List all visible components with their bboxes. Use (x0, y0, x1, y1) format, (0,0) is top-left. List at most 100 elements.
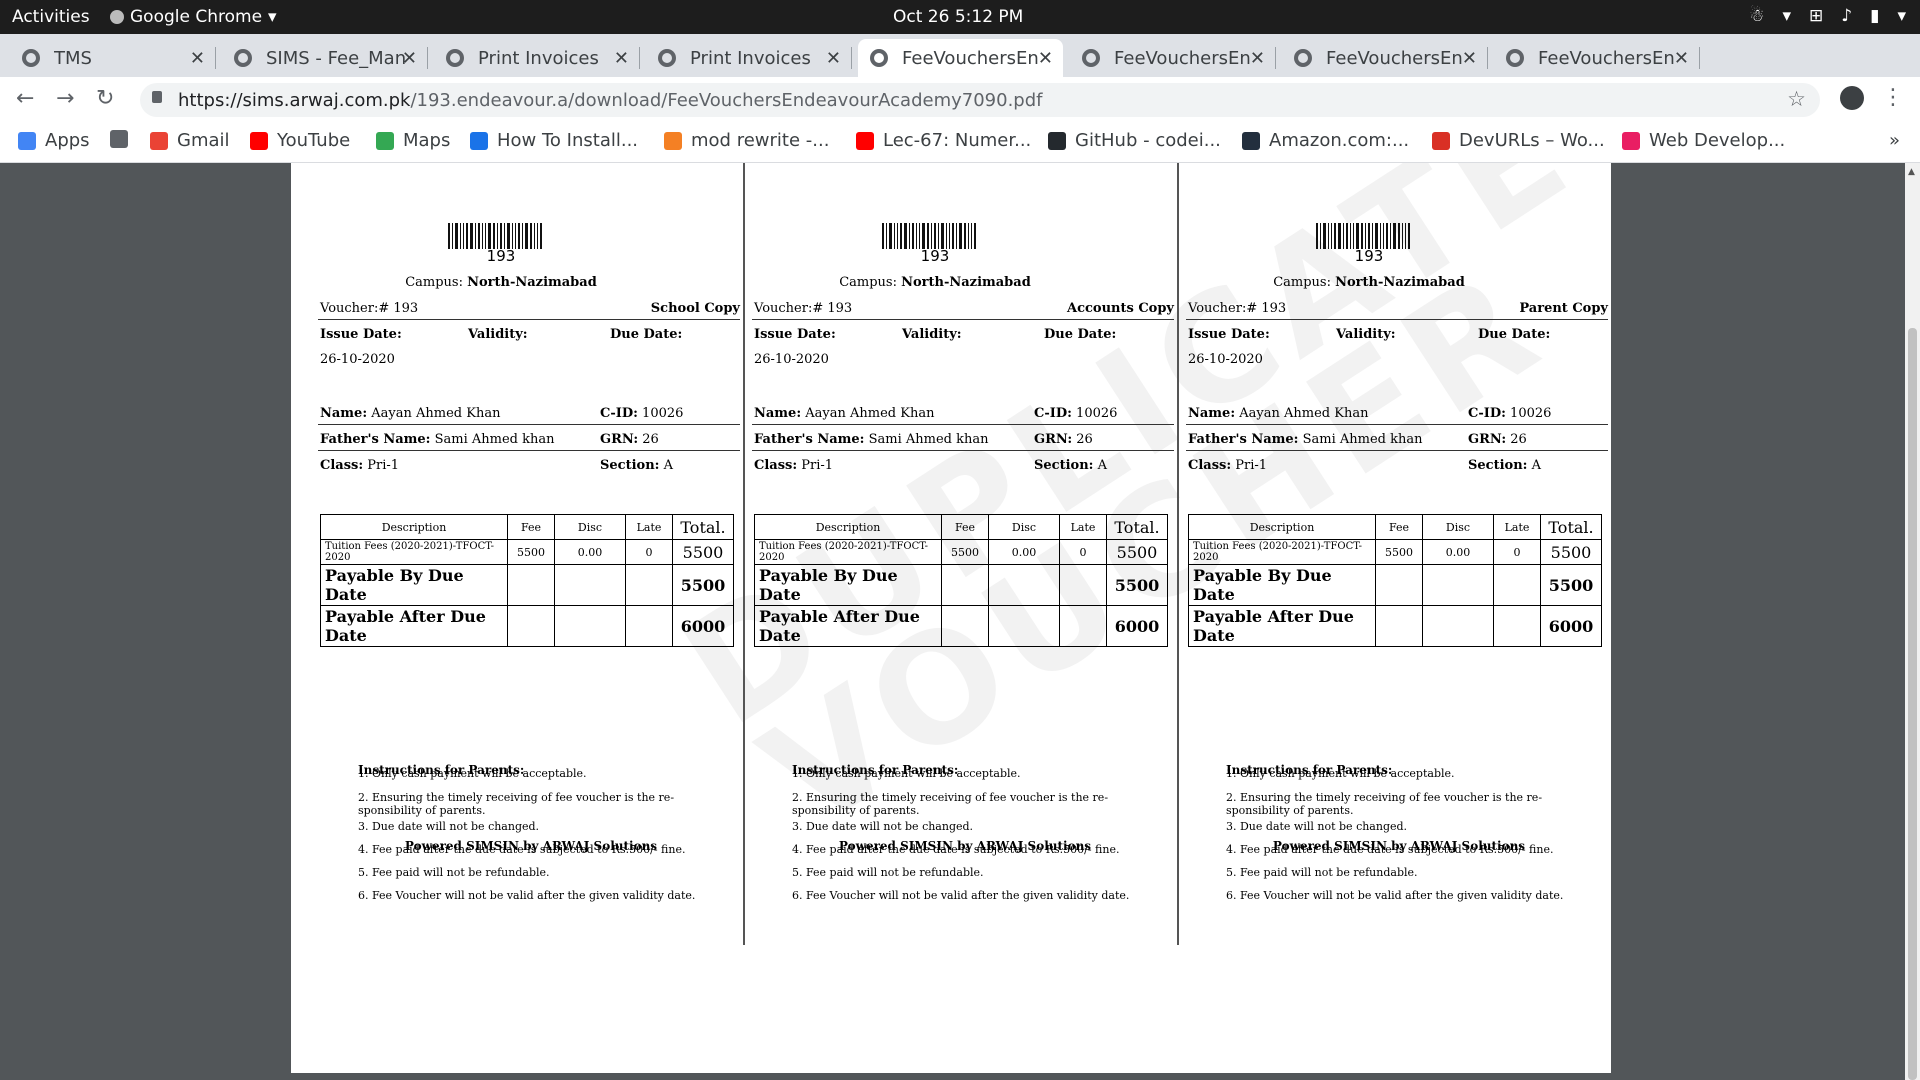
bookmark-11[interactable]: DevURLs – Wo... (1432, 130, 1605, 151)
scrollbar-thumb[interactable] (1908, 328, 1917, 1080)
issue-date-label: Issue Date: (1188, 327, 1270, 342)
app-menu[interactable]: Google Chrome ▾ (110, 7, 277, 27)
validity-label: Validity: (468, 327, 528, 342)
forward-button[interactable]: → (56, 86, 74, 111)
system-tray[interactable]: ☃ ▾ ⊞ ♪ ▮ ▾ (1749, 6, 1906, 26)
clock[interactable]: Oct 26 5:12 PM (893, 7, 1023, 27)
bookmark-label: Gmail (177, 130, 230, 151)
globe-icon (110, 130, 128, 148)
bookmark-5[interactable]: Maps (376, 130, 450, 151)
row-disc: 0.00 (554, 539, 626, 565)
close-tab-icon[interactable]: ✕ (190, 48, 205, 69)
bookmark-12[interactable]: Web Develop... (1622, 130, 1785, 151)
scroll-up-icon[interactable]: ▲ (1908, 167, 1915, 177)
instruction-item: 6. Fee Voucher will not be valid after t… (358, 889, 696, 902)
tab-4[interactable]: Print Invoices ✕ (646, 39, 852, 77)
bookmark-3[interactable]: Gmail (150, 130, 230, 151)
bookmark-star-icon[interactable]: ☆ (1787, 87, 1806, 111)
tab-3[interactable]: Print Invoices ✕ (434, 39, 640, 77)
bookmark-8[interactable]: Lec-67: Numer... (856, 130, 1031, 151)
payable-by-label: Payable By Due Date (1188, 564, 1376, 606)
issue-date-label: Issue Date: (754, 327, 836, 342)
divider (1186, 424, 1608, 425)
campus-name: North-Nazimabad (467, 275, 597, 290)
network-icon[interactable]: ⊞ (1809, 6, 1823, 26)
instruction-item: 5. Fee paid will not be refundable. (358, 866, 550, 879)
bookmark-4[interactable]: YouTube (250, 130, 350, 151)
bookmark-label: Lec-67: Numer... (883, 130, 1032, 151)
tab-5[interactable]: FeeVouchersEn ✕ (858, 39, 1063, 77)
row-fee: 5500 (941, 539, 989, 565)
tab-title: TMS (54, 47, 92, 69)
student-class: Class: Pri-1 (1188, 458, 1268, 473)
close-tab-icon[interactable]: ✕ (614, 48, 629, 69)
reload-button[interactable]: ↻ (96, 86, 114, 111)
instruction-item: 1. Only cash payment will be acceptable. (1226, 767, 1455, 780)
tab-7[interactable]: FeeVouchersEn ✕ (1282, 39, 1488, 77)
back-button[interactable]: ← (16, 86, 34, 111)
row-disc: 0.00 (1422, 539, 1494, 565)
globe-icon (870, 49, 888, 67)
powered-by: Powered SIMSIN by ARWAJ Solutions (404, 839, 658, 853)
instruction-item: 2. Ensuring the timely receiving of fee … (358, 791, 675, 817)
issue-date-value: 26-10-2020 (320, 352, 395, 367)
campus-name: North-Nazimabad (901, 275, 1031, 290)
table-row: Tuition Fees (2020-2021)-TFOCT-2020 5500 0… (1188, 539, 1602, 565)
student-name: Name: Aayan Ahmed Khan (754, 406, 935, 421)
col-disc: Disc (988, 514, 1060, 540)
address-bar[interactable]: https://sims.arwaj.com.pk/193.endeavour.… (140, 83, 1820, 117)
lock-icon[interactable] (152, 91, 162, 103)
tab-2[interactable]: SIMS - Fee_Man ✕ (222, 39, 428, 77)
battery-icon[interactable]: ▮ (1870, 6, 1879, 26)
instruction-item: 2. Ensuring the timely receiving of fee … (792, 791, 1109, 817)
close-tab-icon[interactable]: ✕ (826, 48, 841, 69)
browser-toolbar: ← → ↻ https://sims.arwaj.com.pk/193.ende… (0, 77, 1920, 123)
close-tab-icon[interactable]: ✕ (1674, 48, 1689, 69)
tab-title: FeeVouchersEn (1538, 47, 1675, 69)
volume-icon[interactable]: ♪ (1841, 6, 1852, 26)
row-description: Tuition Fees (2020-2021)-TFOCT-2020 (1188, 539, 1376, 565)
instruction-item: 5. Fee paid will not be refundable. (1226, 866, 1418, 879)
bookmark-6[interactable]: How To Install... (470, 130, 638, 151)
google-icon (150, 131, 168, 150)
accessibility-icon[interactable]: ☃ (1749, 6, 1764, 26)
bookmarks-overflow-button[interactable]: » (1889, 130, 1900, 151)
tab-6[interactable]: FeeVouchersEn ✕ (1070, 39, 1276, 77)
pdf-viewer[interactable]: DUPLICATE VOUCHER 193 Campus: North-Nazim… (0, 163, 1905, 1080)
bookmark-9[interactable]: GitHub - codei... (1048, 130, 1221, 151)
devurls-icon (1432, 131, 1450, 150)
close-tab-icon[interactable]: ✕ (1250, 48, 1265, 69)
tab-1[interactable]: TMS ✕ (10, 39, 216, 77)
bookmark-label: Web Develop... (1649, 130, 1786, 151)
tab-title: Print Invoices (478, 47, 599, 69)
payable-after-label: Payable After Due Date (1188, 605, 1376, 647)
instruction-item: 5. Fee paid will not be refundable. (792, 866, 984, 879)
student-class: Class: Pri-1 (320, 458, 400, 473)
close-tab-icon[interactable]: ✕ (402, 48, 417, 69)
instruction-item: 3. Due date will not be changed. (358, 820, 540, 833)
bookmark-2[interactable] (110, 130, 137, 148)
student-cid: C-ID: 10026 (1034, 406, 1118, 421)
fee-table-header: Description Fee Disc Late Total. (1188, 514, 1602, 540)
amazon-icon (1242, 131, 1260, 150)
bookmark-10[interactable]: Amazon.com:... (1242, 130, 1409, 151)
bookmark-1[interactable]: Apps (18, 130, 90, 151)
fee-table: Description Fee Disc Late Total. Tuition Fees… (754, 514, 1168, 647)
vertical-scrollbar[interactable]: ▲ (1905, 163, 1920, 1080)
validity-label: Validity: (1336, 327, 1396, 342)
tab-8[interactable]: FeeVouchersEn ✕ (1494, 39, 1700, 77)
chrome-menu-icon[interactable]: ⋮ (1882, 85, 1904, 110)
maps-icon (376, 131, 394, 150)
campus-line: Campus: North-Nazimabad (725, 275, 1145, 290)
tab-separator (1487, 47, 1488, 69)
activities-button[interactable]: Activities (12, 7, 90, 27)
profile-avatar[interactable] (1840, 86, 1864, 110)
app-name: Google Chrome (130, 7, 263, 27)
campus-label: Campus: (405, 275, 463, 290)
close-tab-icon[interactable]: ✕ (1462, 48, 1477, 69)
bookmark-7[interactable]: mod rewrite -... (664, 130, 829, 151)
due-date-label: Due Date: (1478, 327, 1551, 342)
bookmark-label: YouTube (277, 130, 351, 151)
close-tab-icon[interactable]: ✕ (1038, 48, 1053, 69)
url-text[interactable]: https://sims.arwaj.com.pk/193.endeavour.… (178, 90, 1042, 111)
